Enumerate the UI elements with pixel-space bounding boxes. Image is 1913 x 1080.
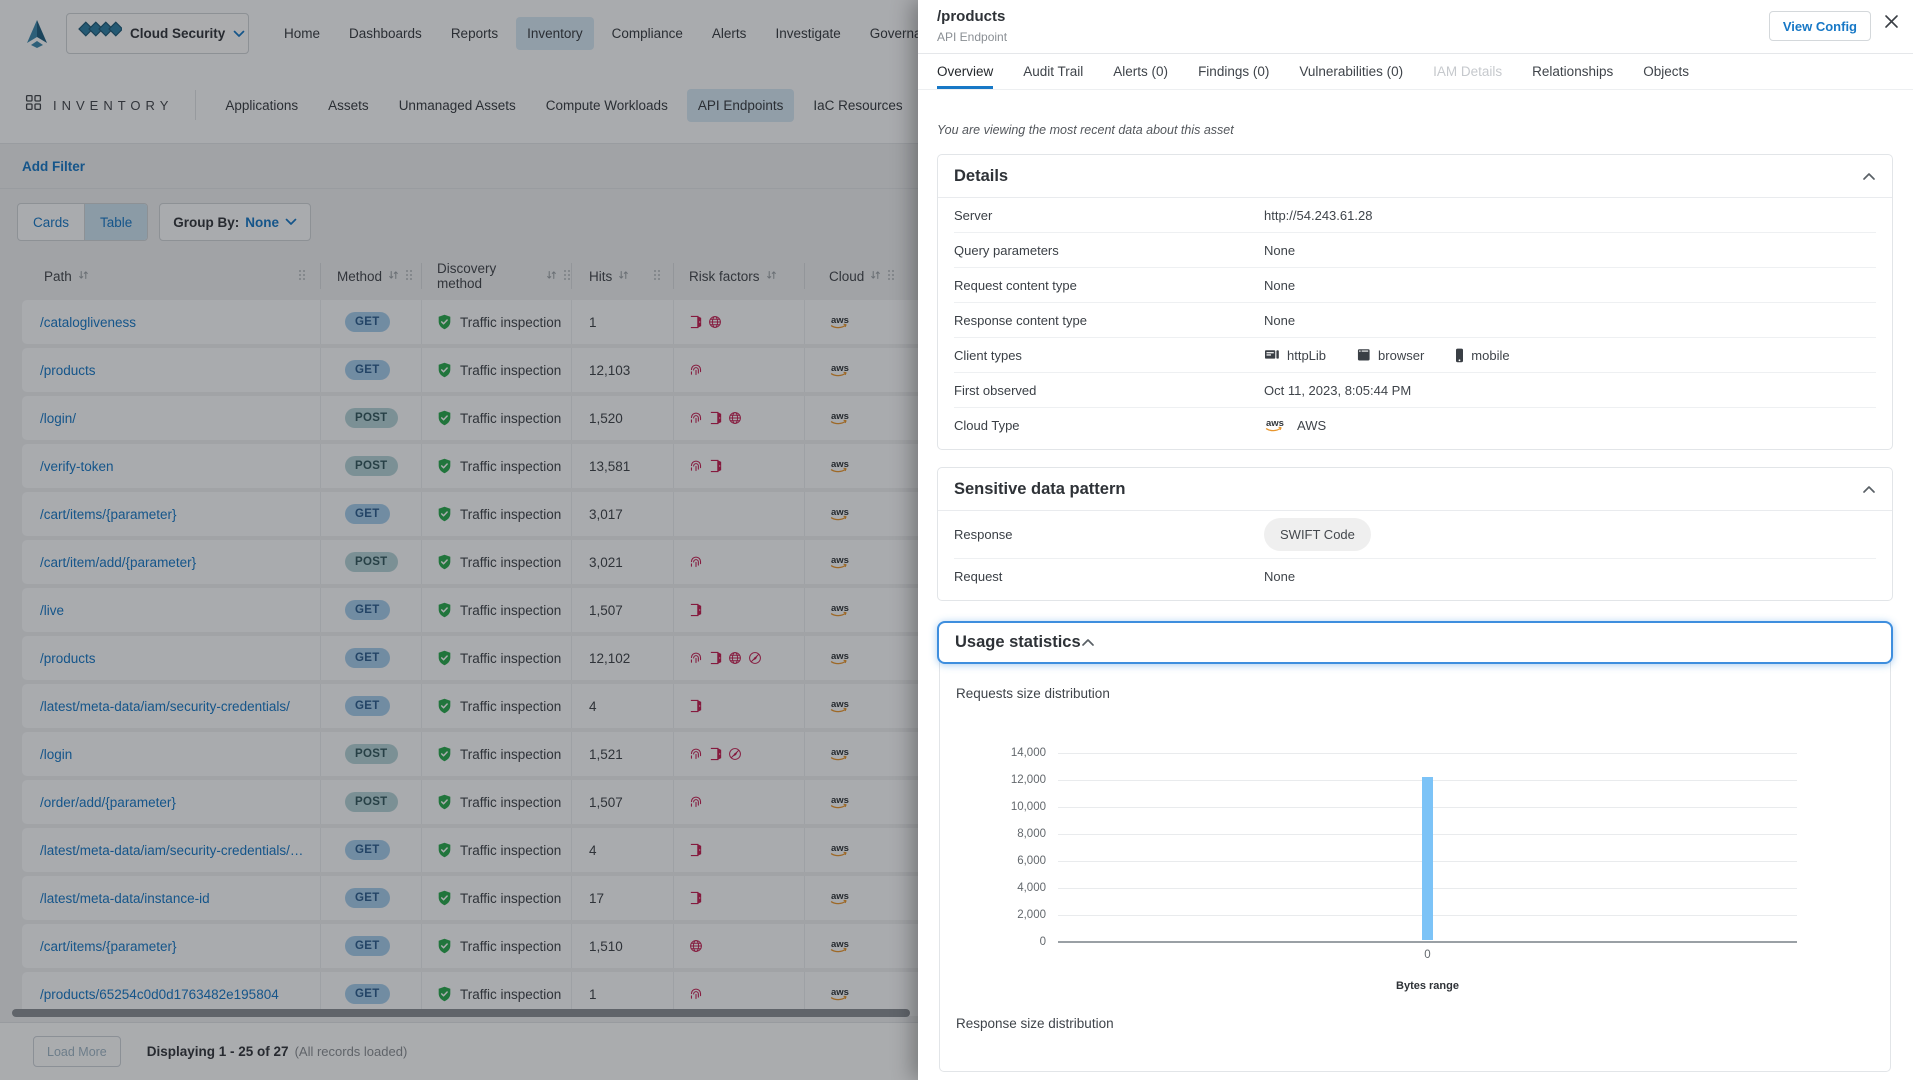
detail-row-cloud-type: Cloud TypeawsAWS [954,408,1876,443]
close-icon[interactable] [1884,14,1899,29]
y-axis-tick-label: 8,000 [1017,828,1046,840]
client-type-httplib: httpLib [1264,348,1326,363]
detail-value: awsAWS [1264,417,1326,434]
x-axis-tick-label: 0 [1424,949,1430,961]
detail-label: Client types [954,348,1264,363]
usage-title: Usage statistics [955,633,1081,652]
page-title: /products [937,8,1005,25]
detail-row-server: Serverhttp://54.243.61.28 [954,198,1876,233]
detail-row-request: RequestNone [954,559,1876,594]
browser-icon [1357,348,1371,362]
client-type-mobile: mobile [1455,348,1509,363]
tab-relationships[interactable]: Relationships [1532,54,1613,89]
detail-value: SWIFT Code [1264,518,1371,551]
recent-data-notice: You are viewing the most recent data abo… [937,123,1893,137]
chevron-up-icon[interactable] [1862,485,1876,494]
detail-label: First observed [954,383,1264,398]
tab-overview[interactable]: Overview [937,54,993,89]
detail-label: Request content type [954,278,1264,293]
detail-value: None [1264,313,1295,328]
detail-value: None [1264,569,1295,584]
mobile-icon [1455,348,1464,363]
detail-label: Server [954,208,1264,223]
chevron-up-icon[interactable] [1862,172,1876,181]
sensitive-data-card: Sensitive data pattern ResponseSWIFT Cod… [937,467,1893,601]
panel-tabs: Overview Audit Trail Alerts (0) Findings (0… [918,54,1913,90]
bar-0 [1422,777,1433,940]
details-card-header[interactable]: Details [938,155,1892,198]
sensitive-rows: ResponseSWIFT CodeRequestNone [938,511,1892,600]
detail-row-query-parameters: Query parametersNone [954,233,1876,268]
details-title: Details [954,167,1008,186]
panel-body: You are viewing the most recent data abo… [918,91,1913,1080]
sensitive-title: Sensitive data pattern [954,480,1125,499]
detail-value: httpLib browser mobile [1264,348,1534,363]
y-axis-tick-label: 10,000 [1011,801,1046,813]
tab-vulnerabilities-0[interactable]: Vulnerabilities (0) [1299,54,1403,89]
tab-iam-details: IAM Details [1433,54,1502,89]
response-chart-title: Response size distribution [956,1016,1876,1031]
detail-label: Response content type [954,313,1264,328]
detail-label: Query parameters [954,243,1264,258]
asset-type-label: API Endpoint [937,30,1007,44]
requests-chart-title: Requests size distribution [956,686,1876,701]
detail-value: None [1264,243,1295,258]
detail-row-response-content-type: Response content typeNone [954,303,1876,338]
x-axis-title: Bytes range [1396,980,1459,992]
usage-statistics-body: Requests size distribution 14,00012,0001… [939,660,1891,1072]
detail-label: Response [954,527,1264,542]
y-axis-tick-label: 6,000 [1017,855,1046,867]
detail-label: Request [954,569,1264,584]
sensitive-card-header[interactable]: Sensitive data pattern [938,468,1892,511]
details-rows: Serverhttp://54.243.61.28Query parameter… [938,198,1892,449]
gridline [1058,941,1797,943]
tab-findings-0[interactable]: Findings (0) [1198,54,1269,89]
tab-alerts-0[interactable]: Alerts (0) [1113,54,1168,89]
aws-logo-icon: aws [1264,417,1290,434]
y-axis-tick-label: 14,000 [1011,747,1046,759]
y-axis-tick-label: 2,000 [1017,909,1046,921]
view-config-button[interactable]: View Config [1769,11,1871,41]
details-card: Details Serverhttp://54.243.61.28Query p… [937,154,1893,450]
y-axis-tick-label: 0 [1040,936,1046,948]
detail-value: None [1264,278,1295,293]
asset-detail-panel: /products API Endpoint View Config Overv… [918,0,1913,1080]
chevron-up-icon[interactable] [1081,634,1095,652]
client-type-browser: browser [1357,348,1424,363]
usage-statistics-header[interactable]: Usage statistics [937,621,1893,664]
detail-value: Oct 11, 2023, 8:05:44 PM [1264,383,1411,398]
requests-size-chart: 14,00012,00010,0008,0006,0004,0002,00000… [1058,753,1797,942]
detail-row-request-content-type: Request content typeNone [954,268,1876,303]
httplib-icon [1264,348,1280,362]
detail-value: http://54.243.61.28 [1264,208,1372,223]
tab-audit-trail[interactable]: Audit Trail [1023,54,1083,89]
detail-row-client-types: Client typeshttpLib browser mobile [954,338,1876,373]
gridline [1058,753,1797,754]
tab-objects[interactable]: Objects [1643,54,1689,89]
sensitive-pattern-chip[interactable]: SWIFT Code [1264,518,1371,551]
y-axis-tick-label: 12,000 [1011,774,1046,786]
y-axis-tick-label: 4,000 [1017,882,1046,894]
detail-row-first-observed: First observedOct 11, 2023, 8:05:44 PM [954,373,1876,408]
detail-row-response: ResponseSWIFT Code [954,511,1876,559]
panel-header: /products API Endpoint View Config [918,0,1913,54]
detail-label: Cloud Type [954,418,1264,433]
